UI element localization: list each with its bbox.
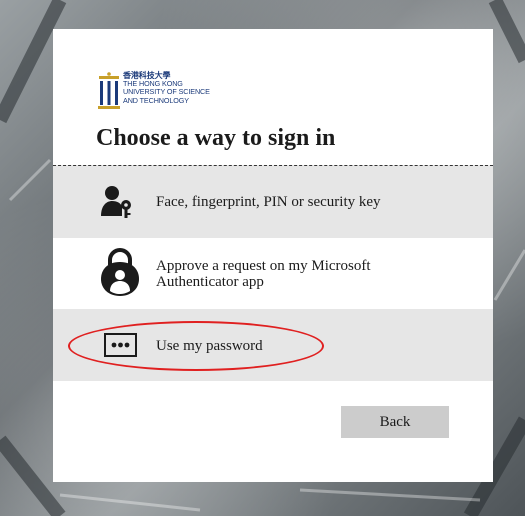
option-authenticator-app[interactable]: Approve a request on my Microsoft Authen… — [53, 238, 493, 309]
authenticator-lock-icon — [101, 248, 139, 296]
option-security-key[interactable]: Face, fingerprint, PIN or security key — [53, 165, 493, 239]
sign-in-card: 香港科技大學 THE HONG KONG UNIVERSITY OF SCIEN… — [53, 29, 493, 482]
university-crest-icon — [98, 72, 120, 109]
university-logo: 香港科技大學 THE HONG KONG UNIVERSITY OF SCIEN… — [97, 71, 217, 110]
back-button[interactable]: Back — [341, 406, 449, 438]
option-security-key-label: Face, fingerprint, PIN or security key — [156, 194, 381, 210]
option-authenticator-label-line-2: Authenticator app — [156, 274, 264, 290]
logo-english-line-3: AND TECHNOLOGY — [123, 95, 189, 105]
option-authenticator-label: Approve a request on my Microsoft Authen… — [156, 258, 436, 290]
option-use-password[interactable]: Use my password — [53, 309, 493, 381]
option-authenticator-label-line-1: Approve a request on my Microsoft — [156, 258, 371, 274]
logo-wordmark: 香港科技大學 THE HONG KONG UNIVERSITY OF SCIEN… — [123, 71, 210, 105]
page-title: Choose a way to sign in — [96, 125, 336, 151]
user-key-icon — [101, 186, 131, 218]
password-dots-icon — [104, 333, 137, 357]
option-password-label: Use my password — [156, 338, 263, 354]
